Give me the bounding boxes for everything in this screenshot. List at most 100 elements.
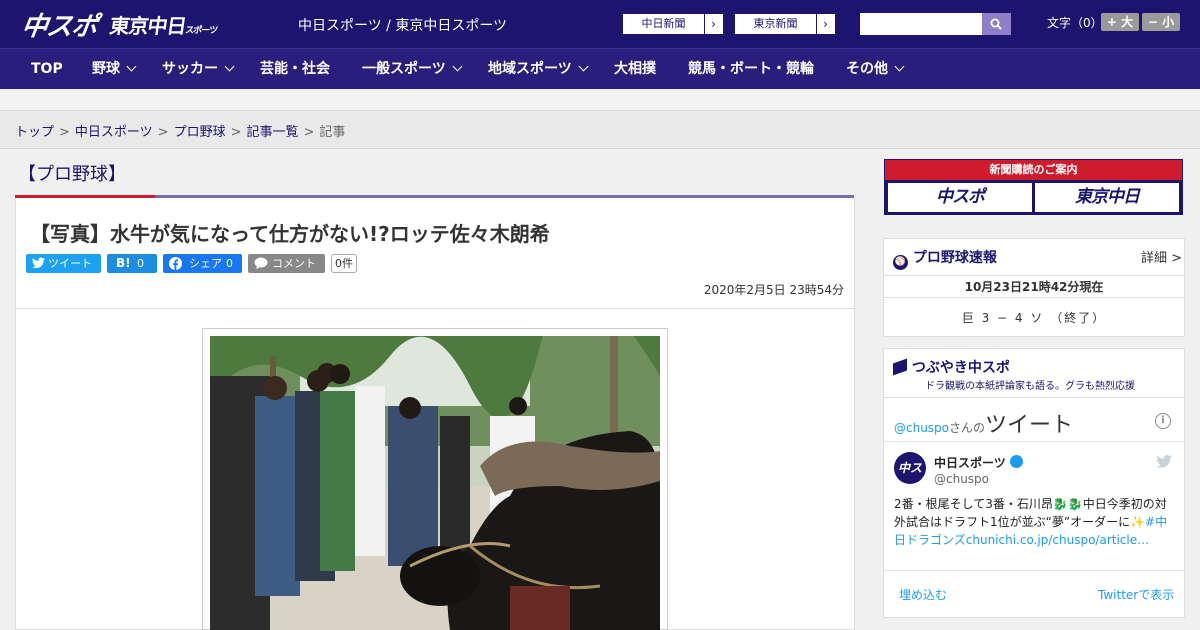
comment-label: コメント — [272, 257, 316, 270]
twitter-divider — [884, 441, 1184, 442]
article-date: 2020年2月5日 23時54分 — [703, 283, 844, 297]
chevron-down-icon — [126, 61, 137, 72]
nav-label: 野球 — [92, 61, 120, 77]
breadcrumb-link[interactable]: 記事一覧 — [247, 125, 299, 140]
facebook-share-button[interactable]: シェア 0 — [163, 254, 242, 273]
chevron-down-icon — [452, 61, 463, 72]
main-nav: TOP 野球 サッカー 芸能・社会 一般スポーツ 地域スポーツ 大相撲 競馬・ボ… — [0, 48, 1200, 89]
tokyo-chunichi-logo[interactable]: 東京中日スポーツ — [108, 10, 220, 39]
tokyo-logo-text: 東京中日 — [108, 14, 188, 38]
scores-timestamp: 10月23日21時42分現在 — [884, 275, 1184, 298]
twitter-user-name[interactable]: 中日スポーツ — [934, 454, 1006, 471]
font-bigger-button[interactable]: + 大 — [1101, 13, 1139, 31]
nav-item-top[interactable]: TOP — [31, 49, 63, 90]
hatena-bookmark-button[interactable]: B! 0 — [107, 254, 157, 273]
tweet-button[interactable]: ツイート — [26, 254, 101, 273]
search-button[interactable] — [982, 13, 1011, 35]
nav-item-local-sports[interactable]: 地域スポーツ — [488, 49, 589, 90]
tweet-text: 2番・根尾そして3番・石川昂🐉🐉中日今季初の対外試合はドラフト1位が並ぶ“夢”オ… — [894, 495, 1176, 549]
hatena-count: 0 — [137, 257, 144, 270]
scores-detail-link[interactable]: 詳細 > — [1141, 247, 1182, 266]
megaphone-icon — [893, 358, 907, 376]
chevron-down-icon — [894, 61, 905, 72]
nav-item-racing[interactable]: 競馬・ボート・競輪 — [688, 49, 814, 90]
facebook-share-label: シェア — [189, 257, 222, 270]
article-divider — [16, 308, 854, 309]
twitter-user-handle[interactable]: @chuspo — [934, 472, 989, 486]
tokyo-logo-suffix: スポーツ — [184, 26, 218, 36]
comment-count: 0件 — [331, 254, 357, 273]
hatena-icon: B! — [116, 256, 131, 270]
nav-label: サッカー — [162, 61, 218, 77]
comment-button[interactable]: コメント — [248, 254, 325, 273]
nav-label: 大相撲 — [614, 61, 656, 77]
nav-item-sumo[interactable]: 大相撲 — [614, 49, 656, 90]
nav-item-general-sports[interactable]: 一般スポーツ — [362, 49, 463, 90]
twitter-bird-icon — [32, 257, 45, 269]
breadcrumb-link[interactable]: プロ野球 — [174, 125, 226, 140]
chevron-right-icon: › — [711, 17, 716, 31]
facebook-share-count: 0 — [226, 257, 233, 270]
breadcrumb: トップ > 中日スポーツ > プロ野球 > 記事一覧 > 記事 — [0, 111, 1200, 149]
nav-label: 競馬・ボート・競輪 — [688, 61, 814, 77]
tokyo-shimbun-label: 東京新聞 — [735, 14, 817, 34]
font-size-label: 文字（0） — [1047, 16, 1103, 30]
subscription-banner[interactable]: 新聞購読のご案内 中スポ 東京中日 — [884, 159, 1183, 215]
breadcrumb-separator: > — [157, 125, 169, 140]
nav-label: 一般スポーツ — [362, 61, 446, 77]
article-photo[interactable] — [210, 336, 660, 630]
speech-bubble-icon — [254, 257, 268, 269]
embed-link[interactable]: 埋め込む — [899, 586, 947, 603]
breadcrumb-link[interactable]: トップ — [15, 125, 54, 140]
info-icon[interactable]: i — [1155, 413, 1171, 429]
chunichi-shimbun-label: 中日新聞 — [623, 14, 705, 34]
chevron-down-icon — [578, 61, 589, 72]
breadcrumb-separator: > — [303, 125, 315, 140]
search-input[interactable] — [860, 13, 982, 35]
chuspo-subscribe-logo: 中スポ — [888, 183, 1032, 212]
twitter-footer-divider — [884, 570, 1184, 571]
photo-illustration — [210, 336, 660, 630]
tokyo-chunichi-subscribe-logo: 東京中日 — [1035, 183, 1179, 212]
baseball-scores-title: ⚾ プロ野球速報 — [893, 247, 997, 270]
nav-item-baseball[interactable]: 野球 — [92, 49, 137, 90]
avatar[interactable]: 中ス — [894, 452, 926, 484]
score-line[interactable]: 巨 3 − 4 ソ （終了） — [884, 309, 1184, 326]
nav-label: TOP — [31, 61, 63, 77]
search-icon — [990, 18, 1002, 30]
breadcrumb-separator: > — [230, 125, 242, 140]
nav-label: 芸能・社会 — [260, 61, 330, 77]
nav-label: その他 — [846, 61, 888, 77]
baseball-icon: ⚾ — [893, 255, 908, 270]
nav-item-soccer[interactable]: サッカー — [162, 49, 235, 90]
sub-navigation-strip — [0, 89, 1200, 111]
twitter-embed-header: @chuspoさんのツイート — [894, 407, 1073, 439]
font-smaller-button[interactable]: − 小 — [1142, 13, 1180, 31]
twitter-widget-title-text: つぶやき中スポ — [911, 360, 1010, 376]
nav-label: 地域スポーツ — [488, 61, 572, 77]
tweet-body: 2番・根尾そして3番・石川昂🐉🐉中日今季初の対外試合はドラフト1位が並ぶ“夢”オ… — [894, 497, 1167, 529]
twitter-bird-icon[interactable] — [1156, 455, 1172, 468]
site-header: 中スポ 東京中日スポーツ 中日スポーツ / 東京中日スポーツ 中日新聞 › 東京… — [0, 0, 1200, 48]
breadcrumb-current: 記事 — [319, 125, 346, 140]
facebook-icon — [169, 257, 182, 270]
twitter-handle-suffix: さんの — [949, 421, 986, 435]
verified-badge-icon — [1010, 455, 1023, 468]
view-on-twitter-link[interactable]: Twitterで表示 — [1098, 586, 1174, 603]
breadcrumb-link[interactable]: 中日スポーツ — [75, 125, 153, 140]
chunichi-shimbun-button[interactable]: 中日新聞 › — [622, 13, 724, 35]
chuspo-logo[interactable]: 中スポ — [19, 6, 99, 43]
twitter-widget-subtitle: ドラ観戦の本紙評論家も語る。グラも熱烈応援 — [925, 381, 1135, 392]
subscription-heading: 新聞購読のご案内 — [885, 160, 1182, 180]
nav-item-entertainment[interactable]: 芸能・社会 — [260, 49, 330, 90]
baseball-scores-title-text: プロ野球速報 — [912, 250, 997, 266]
site-title[interactable]: 中日スポーツ / 東京中日スポーツ — [298, 15, 507, 35]
nav-item-other[interactable]: その他 — [846, 49, 905, 90]
breadcrumb-separator: > — [59, 125, 70, 140]
twitter-handle-link[interactable]: @chuspo — [894, 421, 949, 435]
chevron-right-icon: › — [823, 17, 828, 31]
section-title: 【プロ野球】 — [18, 164, 126, 185]
tokyo-shimbun-button[interactable]: 東京新聞 › — [734, 13, 836, 35]
twitter-tweets-label: ツイート — [985, 413, 1074, 438]
tweet-label: ツイート — [48, 257, 92, 270]
